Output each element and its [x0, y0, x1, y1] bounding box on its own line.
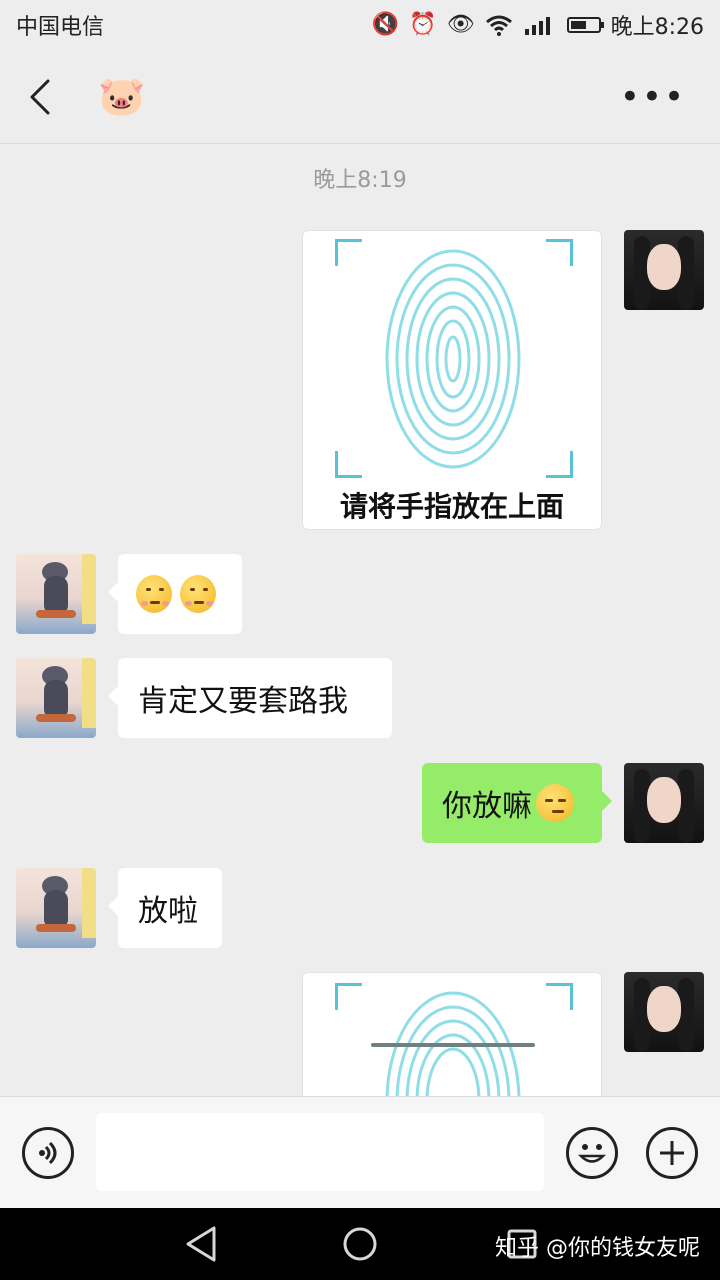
- eye-icon: 👁: [446, 12, 475, 37]
- input-bar: [0, 1096, 720, 1208]
- chevron-left-icon: [30, 79, 50, 114]
- my-avatar[interactable]: [624, 763, 704, 843]
- smirk-emoji-icon: [536, 784, 574, 822]
- contact-avatar[interactable]: [16, 868, 96, 948]
- fingerprint-icon: [385, 249, 521, 469]
- wifi-icon: [485, 15, 512, 36]
- contact-avatar[interactable]: [16, 658, 96, 738]
- fingerprint-image-message[interactable]: 请将手指放在上面: [302, 230, 602, 530]
- nav-home-button[interactable]: [342, 1226, 378, 1262]
- status-bar: 中国电信 🔇 ⏰ 👁 晚上8:26: [0, 0, 720, 50]
- message-timestamp: 晚上8:19: [313, 168, 407, 193]
- back-button[interactable]: [20, 77, 60, 117]
- shy-emoji-icon: [136, 575, 172, 613]
- message-text: 放啦: [138, 894, 198, 929]
- fingerprint-scan-image-message[interactable]: [302, 972, 602, 1096]
- my-avatar[interactable]: [624, 972, 704, 1052]
- signal-icon: [524, 17, 550, 35]
- message-text: 你放嘛: [442, 789, 532, 824]
- my-avatar[interactable]: [624, 230, 704, 310]
- message-list[interactable]: 晚上8:19 请将手指放在上面 肯定又要套路我 你放嘛 放啦: [0, 144, 720, 1096]
- status-time: 晚上8:26: [610, 15, 704, 40]
- message-input[interactable]: [96, 1113, 544, 1191]
- more-options-button[interactable]: •••: [620, 80, 700, 114]
- contact-avatar[interactable]: [16, 554, 96, 634]
- watermark-text: 知乎 @你的钱女友呢: [495, 1236, 700, 1261]
- status-icons: 🔇 ⏰ 👁 晚上8:26: [372, 9, 704, 41]
- system-nav-bar: 知乎 @你的钱女友呢: [0, 1208, 720, 1280]
- carrier-label: 中国电信: [16, 15, 105, 40]
- text-message[interactable]: 放啦: [108, 868, 222, 948]
- emoji-button[interactable]: [566, 1127, 618, 1179]
- chat-screen: 中国电信 🔇 ⏰ 👁 晚上8:26 🐷 ••• 晚上8:19 请将手指放在上面 …: [0, 0, 720, 1280]
- shy-emoji-icon: [180, 575, 216, 613]
- mute-icon: 🔇: [371, 12, 400, 37]
- scan-line: [371, 1043, 535, 1047]
- alarm-icon: ⏰: [409, 12, 437, 37]
- text-message-self[interactable]: 你放嘛: [422, 763, 612, 843]
- battery-icon: [566, 17, 604, 33]
- voice-button[interactable]: [22, 1127, 74, 1179]
- plus-button[interactable]: [646, 1127, 698, 1179]
- chat-header: 🐷 •••: [0, 50, 720, 144]
- fingerprint-caption: 请将手指放在上面: [339, 490, 564, 523]
- emoji-icon: [577, 1144, 607, 1163]
- nav-back-button[interactable]: [184, 1226, 218, 1262]
- emoji-message[interactable]: [108, 554, 242, 634]
- fingerprint-icon: [385, 991, 521, 1096]
- plus-icon: [660, 1141, 684, 1165]
- contact-name-pig-emoji[interactable]: 🐷: [98, 74, 145, 119]
- message-text: 肯定又要套路我: [138, 684, 348, 719]
- text-message[interactable]: 肯定又要套路我: [108, 658, 392, 738]
- voice-icon: [39, 1141, 57, 1165]
